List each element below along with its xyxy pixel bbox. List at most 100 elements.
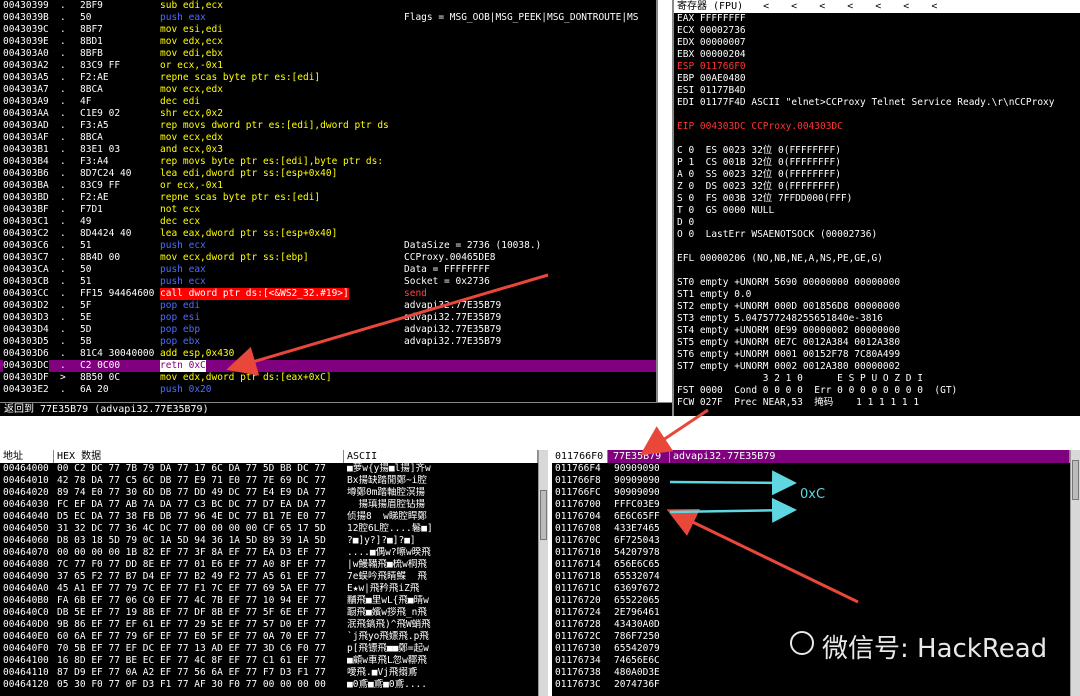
stack-scroll-thumb[interactable]	[1072, 460, 1079, 500]
disasm-address: 004303B6	[3, 168, 49, 179]
disasm-marker: .	[60, 240, 66, 251]
disasm-row[interactable]: 004303B6. 8D7C24 40 lea edi,dword ptr ss:[…	[0, 168, 656, 180]
stack-row[interactable]: 01176724 2E796461	[552, 607, 1080, 619]
disasm-row[interactable]: 004303B4. F3:A4 rep movs byte ptr es:[edi]…	[0, 156, 656, 168]
disasm-row[interactable]: 004303CA. 50 push eax Data = FFFFFFFF	[0, 264, 656, 276]
disasm-row[interactable]: 0043039C. 8BF7 mov esi,edi	[0, 24, 656, 36]
disasm-row[interactable]: 004303BD. F2:AE repne scas byte ptr es:[ed…	[0, 192, 656, 204]
dump-row[interactable]: 004640A0 45 A1 EF 77 79 7C EF 77 F1 7C EF…	[0, 583, 548, 595]
dump-header-hex[interactable]: HEX 数据	[54, 450, 344, 463]
disasm-row[interactable]: 004303E2. 6A 20 push 0x20	[0, 384, 656, 396]
nav-arrow[interactable]: <	[763, 0, 769, 13]
disasm-row[interactable]: 004303DF >8B50 0C mov edx,dword ptr ds:[ea…	[0, 372, 656, 384]
dump-row[interactable]: 004640D0 9B 86 EF 77 EF 61 EF 77 29 5E EF…	[0, 619, 548, 631]
stack-row[interactable]: 01176738 480A0D3E	[552, 667, 1080, 679]
disasm-row[interactable]: 004303C7. 8B4D 00 mov ecx,dword ptr ss:[eb…	[0, 252, 656, 264]
dump-hex: 9B 86 EF 77 EF 61 EF 77 29 5E EF 77 57 D…	[57, 619, 326, 630]
dump-row[interactable]: 00464070 00 00 00 00 1B 82 EF 77 3F 8A EF…	[0, 547, 548, 559]
dump-row[interactable]: 004640E0 60 6A EF 77 79 6F EF 77 E0 5F EF…	[0, 631, 548, 643]
disasm-row[interactable]: 004303C6. 51 push ecx DataSize = 2736 (1003…	[0, 240, 656, 252]
disasm-row[interactable]: 004303C1. 49 dec ecx	[0, 216, 656, 228]
stack-row[interactable]: 0117671C 63697672	[552, 583, 1080, 595]
dump-row[interactable]: 00464030 FC EF DA 77 AB 7A DA 77 C3 BC DC…	[0, 499, 548, 511]
registers-pane[interactable]: 寄存器 (FPU) < < < < < < < EAX FFFFFFFF ECX 000027…	[672, 0, 1080, 416]
stack-row[interactable]: 0117670C 6F725043	[552, 535, 1080, 547]
dump-row[interactable]: 00464120 05 30 F0 77 0F D3 F1 77 AF 30 F0…	[0, 679, 548, 691]
disasm-row[interactable]: 004303A5. F2:AE repne scas byte ptr es:[ed…	[0, 72, 656, 84]
nav-arrow[interactable]: <	[791, 0, 797, 13]
dump-ascii: 揚瑱揚眉腔钻揚	[347, 499, 425, 510]
disasm-row[interactable]: 004303D3. 5E pop esi advapi32.77E35B79	[0, 312, 656, 324]
disasm-row[interactable]: 004303A9. 4F dec edi	[0, 96, 656, 108]
disasm-row[interactable]: 004303C2. 8D4424 40 lea eax,dword ptr ss:[…	[0, 228, 656, 240]
dump-hex: 60 6A EF 77 79 6F EF 77 E0 5F EF 77 0A 7…	[57, 631, 326, 642]
disassembly-pane[interactable]: 00430399. 2BF9 sub edi,ecx 0043039B. 50 push …	[0, 0, 658, 402]
stack-row[interactable]: 01176704 6E6C65FF	[552, 511, 1080, 523]
dump-row[interactable]: 00464090 37 65 F2 77 B7 D4 EF 77 B2 49 F2…	[0, 571, 548, 583]
dump-row[interactable]: 00464050 31 32 DC 77 36 4C DC 77 00 00 00…	[0, 523, 548, 535]
disasm-row[interactable]: 004303A7. 8BCA mov ecx,edx	[0, 84, 656, 96]
disasm-row[interactable]: 004303AD. F3:A5 rep movs dword ptr es:[edi…	[0, 120, 656, 132]
disasm-row[interactable]: 004303AF. 8BCA mov ecx,edx	[0, 132, 656, 144]
disasm-row[interactable]: 004303B1. 83E1 03 and ecx,0x3	[0, 144, 656, 156]
wechat-icon	[790, 631, 814, 655]
dump-row[interactable]: 00464010 42 78 DA 77 C5 6C DB 77 E9 71 E0…	[0, 475, 548, 487]
dump-header-ascii[interactable]: ASCII	[344, 450, 538, 463]
nav-arrow[interactable]: <	[819, 0, 825, 13]
disasm-address: 004303AF	[3, 132, 49, 143]
disasm-address: 004303A9	[3, 96, 49, 107]
nav-arrow[interactable]: <	[903, 0, 909, 13]
disasm-instruction: or ecx,-0x1	[160, 180, 223, 191]
dump-row[interactable]: 00464110 87 D9 EF 77 0A A2 EF 77 56 6A EF…	[0, 667, 548, 679]
disasm-row[interactable]: 0043039E. 8BD1 mov edx,ecx	[0, 36, 656, 48]
dump-ascii: ■0鳶■鳶■0鳶....	[347, 679, 427, 690]
disasm-row[interactable]: 004303BA. 83C9 FF or ecx,-0x1	[0, 180, 656, 192]
dump-row[interactable]: 00464020 89 74 E0 77 30 6D DB 77 DD 49 DC…	[0, 487, 548, 499]
stack-scrollbar[interactable]	[1070, 450, 1080, 696]
dump-header-address[interactable]: 地址	[0, 450, 54, 463]
stack-top-row[interactable]: 011766F0 77E35B79 advapi32.77E35B79	[552, 450, 1080, 463]
dump-row[interactable]: 004640C0 DB 5E EF 77 19 8B EF 77 DF 8B EF…	[0, 607, 548, 619]
register-line: T 0 GS 0000 NULL	[677, 205, 775, 216]
dump-row[interactable]: 00464080 7C 77 F0 77 DD 8E EF 77 01 E6 EF…	[0, 559, 548, 571]
hex-dump-pane[interactable]: 地址 HEX 数据 ASCII 00464000 00 C2 DC 77 7B 7…	[0, 450, 548, 696]
stack-row[interactable]: 011766F8 90909090	[552, 475, 1080, 487]
stack-row[interactable]: 0117673C 2074736F	[552, 679, 1080, 691]
dump-row[interactable]: 004640B0 FA 6B EF 77 06 C0 EF 77 4C 7B EF…	[0, 595, 548, 607]
nav-arrow[interactable]: <	[875, 0, 881, 13]
dump-row[interactable]: 00464100 16 8D EF 77 BE EC EF 77 4C 8F EF…	[0, 655, 548, 667]
stack-row[interactable]: 01176710 54207978	[552, 547, 1080, 559]
disasm-instruction: pop esi	[160, 312, 201, 323]
disasm-row[interactable]: 004303D5. 5B pop ebx advapi32.77E35B79	[0, 336, 656, 348]
stack-address: 01176708	[555, 523, 601, 534]
stack-row[interactable]: 011766F4 90909090	[552, 463, 1080, 475]
stack-row[interactable]: 01176714 656E6C65	[552, 559, 1080, 571]
disasm-row[interactable]: 004303BF. F7D1 not ecx	[0, 204, 656, 216]
disasm-row[interactable]: 004303DC. C2 0C00 retn 0xC	[0, 360, 656, 372]
disasm-row[interactable]: 00430399. 2BF9 sub edi,ecx	[0, 0, 656, 12]
disasm-row[interactable]: 004303D6. 81C4 30040000 add esp,0x430	[0, 348, 656, 360]
dump-row[interactable]: 004640F0 70 5B EF 77 EF DC EF 77 13 AD EF…	[0, 643, 548, 655]
stack-row[interactable]: 01176708 433E7465	[552, 523, 1080, 535]
disasm-row[interactable]: 004303CB. 51 push ecx Socket = 0x2736	[0, 276, 656, 288]
dump-row[interactable]: 00464040 D5 EC DA 77 38 FB DB 77 96 4E DC…	[0, 511, 548, 523]
dump-header: 地址 HEX 数据 ASCII	[0, 450, 548, 463]
disasm-row[interactable]: 004303D4. 5D pop ebp advapi32.77E35B79	[0, 324, 656, 336]
dump-row[interactable]: 00464000 00 C2 DC 77 7B 79 DA 77 17 6C DA…	[0, 463, 548, 475]
dump-scrollbar[interactable]	[538, 450, 548, 696]
disasm-comment: Data = FFFFFFFF	[404, 264, 490, 275]
nav-arrow[interactable]: <	[847, 0, 853, 13]
disasm-row[interactable]: 004303AA. C1E9 02 shr ecx,0x2	[0, 108, 656, 120]
disasm-row[interactable]: 004303A0. 8BFB mov edi,ebx	[0, 48, 656, 60]
dump-address: 00464000	[3, 463, 49, 474]
disasm-row[interactable]: 004303A2. 83C9 FF or ecx,-0x1	[0, 60, 656, 72]
dump-row[interactable]: 00464060 D8 03 18 5D 79 0C 1A 5D 94 36 1A…	[0, 535, 548, 547]
disasm-row[interactable]: 004303CC. FF15 94464600 call dword ptr ds:…	[0, 288, 656, 300]
dump-scroll-thumb[interactable]	[540, 490, 547, 540]
disasm-address: 004303E2	[3, 384, 49, 395]
disasm-row[interactable]: 0043039B. 50 push eax Flags = MSG_OOB|MSG_P…	[0, 12, 656, 24]
nav-arrow[interactable]: <	[931, 0, 937, 13]
disasm-row[interactable]: 004303D2. 5F pop edi advapi32.77E35B79	[0, 300, 656, 312]
stack-row[interactable]: 01176718 65532074	[552, 571, 1080, 583]
stack-row[interactable]: 01176720 65522065	[552, 595, 1080, 607]
